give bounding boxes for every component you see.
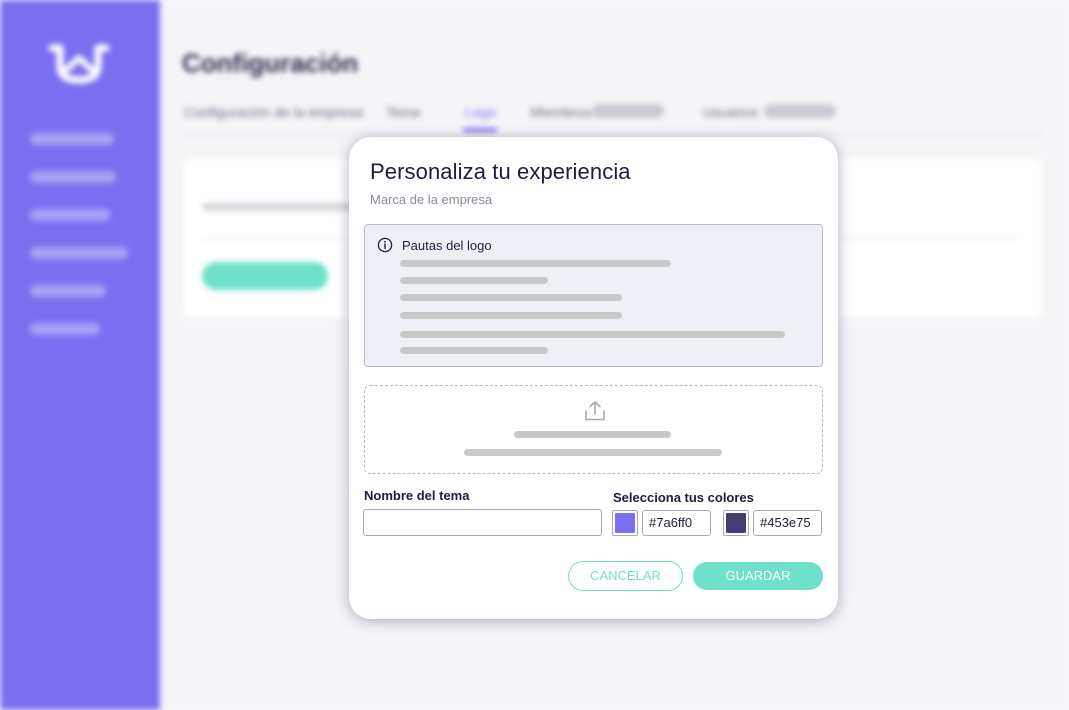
- sidebar-item[interactable]: [30, 285, 106, 297]
- tabs-divider: [182, 134, 1044, 135]
- dropzone-placeholder-line: [464, 449, 722, 456]
- tab-theme[interactable]: Tema: [386, 104, 420, 120]
- logo-upload-dropzone[interactable]: [364, 385, 823, 474]
- guideline-placeholder-line: [400, 294, 622, 301]
- theme-name-label: Nombre del tema: [364, 488, 470, 503]
- tab-company[interactable]: Configuración de la empresa: [184, 104, 363, 120]
- modal-subtitle: Marca de la empresa: [370, 192, 493, 207]
- card-subtitle: [202, 203, 352, 211]
- count-badge: [592, 104, 664, 118]
- page-title: Configuración: [182, 48, 359, 78]
- logo-guidelines-title: Pautas del logo: [402, 238, 492, 253]
- colors-label: Selecciona tus colores: [613, 490, 754, 505]
- upload-icon: [585, 401, 605, 421]
- cancel-button[interactable]: CANCELAR: [568, 561, 683, 591]
- guideline-placeholder-line: [400, 347, 548, 354]
- sidebar-item[interactable]: [30, 133, 114, 145]
- sidebar: [0, 0, 160, 710]
- active-tab-indicator: [463, 128, 497, 132]
- logo-guidelines-box: Pautas del logo: [364, 224, 823, 367]
- primary-color-hex-input[interactable]: #7a6ff0: [642, 510, 711, 536]
- sidebar-item[interactable]: [30, 323, 100, 335]
- save-button[interactable]: GUARDAR: [693, 562, 823, 590]
- tab-logo[interactable]: Logo: [465, 104, 496, 120]
- primary-color-swatch[interactable]: [612, 510, 638, 536]
- guideline-placeholder-line: [400, 312, 622, 319]
- card-action-button[interactable]: [202, 262, 328, 290]
- guideline-placeholder-line: [400, 331, 785, 338]
- secondary-color-swatch[interactable]: [723, 510, 749, 536]
- modal-title: Personaliza tu experiencia: [370, 159, 631, 184]
- secondary-color-hex-input[interactable]: #453e75: [753, 510, 822, 536]
- count-badge: [764, 104, 836, 118]
- customize-modal: Personaliza tu experiencia Marca de la e…: [349, 137, 838, 619]
- theme-name-input[interactable]: [363, 509, 602, 536]
- sidebar-item[interactable]: [30, 171, 116, 183]
- sidebar-item[interactable]: [30, 247, 128, 259]
- secondary-color-fill: [726, 513, 746, 533]
- brand-logo-icon: [48, 44, 110, 84]
- info-icon: [377, 237, 393, 253]
- primary-color-fill: [615, 513, 635, 533]
- guideline-placeholder-line: [400, 260, 671, 267]
- dropzone-placeholder-line: [514, 431, 671, 438]
- sidebar-item[interactable]: [30, 209, 110, 221]
- tab-members[interactable]: Miembros: [530, 104, 591, 120]
- guideline-placeholder-line: [400, 277, 548, 284]
- tab-users[interactable]: Usuarios: [703, 104, 758, 120]
